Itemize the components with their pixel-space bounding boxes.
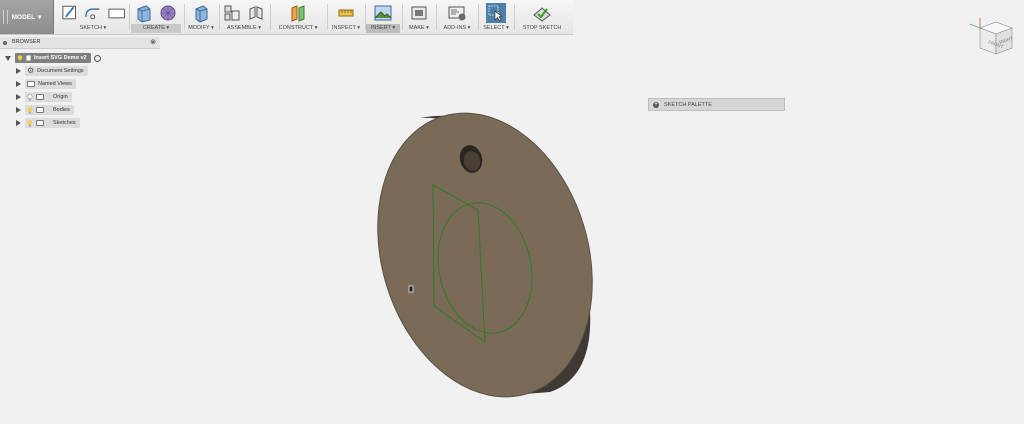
inspect-group[interactable]: INSPECT ▾: [329, 0, 363, 34]
tree-node[interactable]: Named Views: [25, 79, 76, 89]
new-component-icon[interactable]: [222, 3, 242, 23]
inspect-menu-label[interactable]: INSPECT ▾: [329, 24, 363, 33]
tree-label: Document Settings: [37, 68, 84, 74]
disc-face[interactable]: [344, 86, 626, 424]
stop-sketch-icon[interactable]: [532, 3, 552, 23]
tree-item-bodies[interactable]: Bodies: [16, 105, 74, 115]
offset-plane-icon[interactable]: [288, 3, 308, 23]
stop-sketch-label[interactable]: STOP SKETCH: [516, 24, 568, 33]
workspace-label: MODEL: [11, 13, 36, 21]
add-ins-group[interactable]: ADD-INS ▾: [438, 0, 476, 34]
stop-sketch-button[interactable]: STOP SKETCH: [516, 0, 568, 34]
activate-radio-icon[interactable]: [93, 54, 101, 62]
folder-icon: [36, 107, 44, 113]
sketch-group[interactable]: SKETCH ▾: [60, 0, 126, 34]
press-pull-icon[interactable]: [191, 3, 211, 23]
tree-node[interactable]: Bodies: [25, 105, 74, 115]
insert-group[interactable]: INSERT ▾: [366, 0, 400, 34]
insert-menu-label[interactable]: INSERT ▾: [366, 24, 400, 33]
modify-menu-label[interactable]: MODIFY ▾: [186, 24, 216, 33]
extrude-icon[interactable]: [134, 3, 154, 23]
create-group[interactable]: CREATE ▾: [131, 0, 181, 34]
tree-node[interactable]: Sketches: [25, 118, 80, 128]
folder-icon: [27, 81, 35, 87]
construct-menu-label[interactable]: CONSTRUCT ▾: [272, 24, 324, 33]
assemble-group[interactable]: ASSEMBLE ▾: [221, 0, 267, 34]
browser-header[interactable]: BROWSER ⊗: [0, 37, 160, 49]
line-tool-icon[interactable]: [83, 3, 102, 23]
expand-toggle-icon[interactable]: [16, 107, 21, 113]
tree-node[interactable]: ⚙ Document Settings: [25, 66, 88, 76]
assemble-menu-label[interactable]: ASSEMBLE ▾: [221, 24, 267, 33]
measure-icon[interactable]: [336, 3, 356, 23]
expand-plus-icon[interactable]: +: [653, 102, 659, 108]
expand-toggle-icon[interactable]: [16, 81, 21, 87]
select-menu-label[interactable]: SELECT ▾: [480, 24, 512, 33]
sketch-palette[interactable]: + SKETCH PALETTE: [648, 98, 785, 111]
sketch-palette-title: SKETCH PALETTE: [664, 102, 712, 108]
toolbar-grip-icon[interactable]: [3, 10, 8, 24]
make-menu-label[interactable]: MAKE ▾: [404, 24, 434, 33]
3d-print-icon[interactable]: [409, 3, 429, 23]
lightbulb-icon[interactable]: [27, 106, 33, 114]
expand-toggle-icon[interactable]: [16, 68, 21, 74]
sketch-menu-label[interactable]: SKETCH ▾: [60, 24, 126, 33]
gear-icon: ⚙: [27, 66, 35, 75]
main-toolbar: MODEL ▾ SKETCH ▾ CREATE ▾ MODIFY ▾ ASSEM…: [0, 0, 573, 35]
close-icon[interactable]: ⊗: [150, 37, 156, 48]
workspace-switcher[interactable]: MODEL ▾: [0, 0, 54, 34]
form-icon[interactable]: [158, 3, 178, 23]
lightbulb-icon[interactable]: [17, 54, 23, 62]
create-menu-label[interactable]: CREATE ▾: [131, 24, 181, 33]
tree-label: Named Views: [38, 81, 72, 87]
tree-item-origin[interactable]: Origin: [16, 92, 72, 102]
viewcube[interactable]: FRONT RIGHT: [966, 14, 1016, 60]
modify-group[interactable]: MODIFY ▾: [186, 0, 216, 34]
create-sketch-icon[interactable]: [60, 3, 79, 23]
select-group[interactable]: SELECT ▾: [480, 0, 512, 34]
viewport-canvas[interactable]: [0, 0, 1024, 424]
lightbulb-icon[interactable]: [27, 119, 33, 127]
tree-label: Origin: [53, 94, 68, 100]
collapse-panel-icon[interactable]: [3, 40, 7, 45]
construct-group[interactable]: CONSTRUCT ▾: [272, 0, 324, 34]
chevron-down-icon: ▾: [38, 14, 42, 21]
tree-label: Bodies: [53, 107, 70, 113]
browser-title: BROWSER: [12, 39, 41, 45]
joint-icon[interactable]: [246, 3, 266, 23]
folder-icon: [36, 94, 44, 100]
expand-toggle-icon[interactable]: [16, 120, 21, 126]
make-group[interactable]: MAKE ▾: [404, 0, 434, 34]
tree-label: Insert SVG Demo v2: [34, 55, 87, 61]
tree-node[interactable]: Origin: [25, 92, 72, 102]
add-ins-menu-label[interactable]: ADD-INS ▾: [438, 24, 476, 33]
lightbulb-off-icon[interactable]: [27, 93, 33, 101]
rectangle-tool-icon[interactable]: [107, 3, 126, 23]
tree-node-document[interactable]: Insert SVG Demo v2: [15, 53, 91, 63]
tree-label: Sketches: [53, 120, 76, 126]
tree-item-named-views[interactable]: Named Views: [16, 79, 76, 89]
tree-item-document-settings[interactable]: ⚙ Document Settings: [16, 66, 88, 76]
expand-toggle-icon[interactable]: [16, 94, 21, 100]
insert-image-icon[interactable]: [373, 3, 393, 23]
folder-icon: [36, 120, 44, 126]
expand-toggle-icon[interactable]: [5, 55, 11, 61]
scripts-addins-icon[interactable]: [447, 3, 467, 23]
select-cursor-icon[interactable]: [486, 3, 506, 23]
document-icon: [26, 55, 31, 61]
sketch-point-marker[interactable]: [408, 285, 414, 293]
tree-item-sketches[interactable]: Sketches: [16, 118, 80, 128]
tree-root[interactable]: Insert SVG Demo v2: [5, 53, 101, 63]
